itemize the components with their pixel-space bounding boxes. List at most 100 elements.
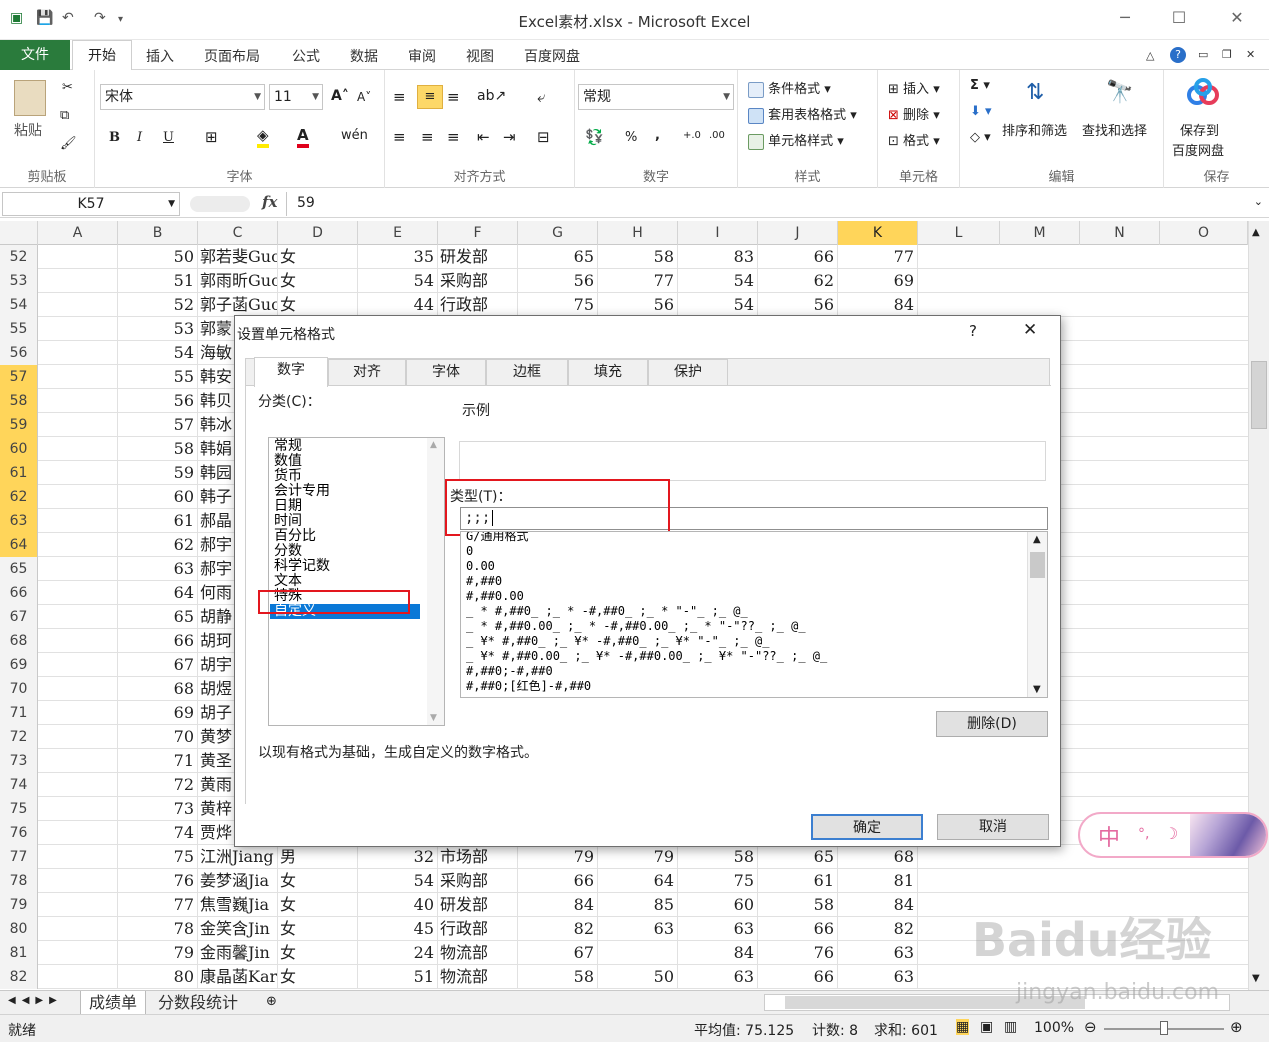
format-item[interactable]: #,##0;[红色]-#,##0 bbox=[466, 679, 591, 694]
save-to-label[interactable]: 保存到 bbox=[1180, 120, 1219, 139]
cell-score-j[interactable]: 66 bbox=[758, 245, 838, 269]
cell-id[interactable]: 55 bbox=[118, 365, 198, 389]
cell-id[interactable]: 79 bbox=[118, 941, 198, 965]
row-header[interactable]: 55 bbox=[0, 317, 38, 341]
format-item[interactable]: _ * #,##0_ ;_ * -#,##0_ ;_ * "-"_ ;_ @_ bbox=[466, 604, 748, 619]
row-header[interactable]: 57 bbox=[0, 365, 38, 389]
cell-a[interactable] bbox=[38, 701, 118, 725]
row-header[interactable]: 77 bbox=[0, 845, 38, 869]
zoom-slider-thumb[interactable] bbox=[1160, 1021, 1168, 1035]
cell-id[interactable]: 68 bbox=[118, 677, 198, 701]
cell-gender[interactable]: 女 bbox=[278, 293, 358, 317]
tab-home[interactable]: 开始 bbox=[72, 40, 132, 71]
cell-a[interactable] bbox=[38, 245, 118, 269]
cell-score-g[interactable]: 75 bbox=[518, 293, 598, 317]
cell-gender[interactable]: 女 bbox=[278, 917, 358, 941]
font-name-combo[interactable]: 宋体 ▼ bbox=[100, 84, 265, 110]
increase-decimal-icon[interactable]: +.0 bbox=[683, 130, 701, 141]
tab-fill[interactable]: 填充 bbox=[568, 359, 648, 385]
help-icon[interactable]: ? bbox=[1170, 47, 1186, 63]
page-layout-view-icon[interactable]: ▣ bbox=[980, 1019, 993, 1035]
col-header-d[interactable]: D bbox=[278, 221, 358, 245]
cell-name[interactable]: 江洲Jiang bbox=[198, 845, 278, 869]
format-list[interactable]: G/通用格式 0 0.00 #,##0 #,##0.00 _ * #,##0_ … bbox=[460, 531, 1048, 698]
cell-a[interactable] bbox=[38, 413, 118, 437]
row-header[interactable]: 76 bbox=[0, 821, 38, 845]
cell-id[interactable]: 71 bbox=[118, 749, 198, 773]
cell-score-k[interactable]: 81 bbox=[838, 869, 918, 893]
cell-a[interactable] bbox=[38, 917, 118, 941]
col-header-a[interactable]: A bbox=[38, 221, 118, 245]
cell-a[interactable] bbox=[38, 821, 118, 845]
cell-a[interactable] bbox=[38, 677, 118, 701]
cell-id[interactable]: 75 bbox=[118, 845, 198, 869]
cell-score-g[interactable]: 84 bbox=[518, 893, 598, 917]
cell-a[interactable] bbox=[38, 629, 118, 653]
row-header[interactable]: 62 bbox=[0, 485, 38, 509]
tab-protection[interactable]: 保护 bbox=[648, 359, 728, 385]
sheet-nav-icon[interactable]: ◀◀▶▶ bbox=[8, 995, 63, 1006]
cell-dept[interactable]: 物流部 bbox=[438, 941, 518, 965]
cell-age[interactable]: 32 bbox=[358, 845, 438, 869]
cell-score-g[interactable]: 66 bbox=[518, 869, 598, 893]
category-scientific[interactable]: 科学记数 bbox=[274, 559, 330, 574]
cell-score-h[interactable]: 77 bbox=[598, 269, 678, 293]
cell-score-i[interactable]: 83 bbox=[678, 245, 758, 269]
row-header[interactable]: 66 bbox=[0, 581, 38, 605]
col-header-l[interactable]: L bbox=[918, 221, 1000, 245]
cell-id[interactable]: 74 bbox=[118, 821, 198, 845]
merge-center-icon[interactable]: ⊟ bbox=[537, 128, 550, 146]
cell-a[interactable] bbox=[38, 269, 118, 293]
cell-score-g[interactable]: 56 bbox=[518, 269, 598, 293]
ok-button[interactable]: 确定 bbox=[811, 814, 923, 840]
cell-dept[interactable]: 行政部 bbox=[438, 917, 518, 941]
cell-name[interactable]: 金笑含Jin bbox=[198, 917, 278, 941]
cell-a[interactable] bbox=[38, 605, 118, 629]
cell-id[interactable]: 62 bbox=[118, 533, 198, 557]
cell-score-g[interactable]: 79 bbox=[518, 845, 598, 869]
row-header[interactable]: 80 bbox=[0, 917, 38, 941]
cell-score-h[interactable]: 79 bbox=[598, 845, 678, 869]
cell-id[interactable]: 51 bbox=[118, 269, 198, 293]
scroll-down-icon[interactable]: ▼ bbox=[430, 713, 437, 723]
cell-score-k[interactable]: 77 bbox=[838, 245, 918, 269]
orientation-icon[interactable]: ab↗ bbox=[477, 88, 506, 104]
cell-score-j[interactable]: 65 bbox=[758, 845, 838, 869]
cell-a[interactable] bbox=[38, 797, 118, 821]
cell-age[interactable]: 40 bbox=[358, 893, 438, 917]
cell-a[interactable] bbox=[38, 341, 118, 365]
cell-score-h[interactable]: 85 bbox=[598, 893, 678, 917]
row-header[interactable]: 75 bbox=[0, 797, 38, 821]
cell-score-j[interactable]: 61 bbox=[758, 869, 838, 893]
tab-formulas[interactable]: 公式 bbox=[292, 46, 320, 66]
align-right-icon[interactable]: ≡ bbox=[447, 128, 460, 146]
cell-id[interactable]: 63 bbox=[118, 557, 198, 581]
tab-alignment[interactable]: 对齐 bbox=[328, 359, 406, 385]
decrease-indent-icon[interactable]: ⇤ bbox=[477, 128, 490, 146]
scroll-down-icon[interactable]: ▼ bbox=[1033, 684, 1041, 695]
tab-font[interactable]: 字体 bbox=[406, 359, 486, 385]
row-header[interactable]: 82 bbox=[0, 965, 38, 989]
cell-id[interactable]: 58 bbox=[118, 437, 198, 461]
insert-function-icon[interactable]: fx bbox=[262, 193, 277, 211]
category-date[interactable]: 日期 bbox=[274, 499, 302, 514]
tab-border[interactable]: 边框 bbox=[486, 359, 568, 385]
page-break-view-icon[interactable]: ▥ bbox=[1004, 1019, 1017, 1035]
col-header-n[interactable]: N bbox=[1080, 221, 1160, 245]
cell-age[interactable]: 44 bbox=[358, 293, 438, 317]
dialog-close-icon[interactable]: ✕ bbox=[1023, 320, 1037, 340]
cell-a[interactable] bbox=[38, 893, 118, 917]
cell-score-h[interactable]: 64 bbox=[598, 869, 678, 893]
cell-score-k[interactable]: 63 bbox=[838, 965, 918, 989]
cell-score-g[interactable]: 67 bbox=[518, 941, 598, 965]
row-header[interactable]: 68 bbox=[0, 629, 38, 653]
delete-format-button[interactable]: 删除(D) bbox=[936, 711, 1048, 737]
tab-baidu-pan[interactable]: 百度网盘 bbox=[524, 46, 580, 66]
cell-score-i[interactable]: 63 bbox=[678, 965, 758, 989]
cell-a[interactable] bbox=[38, 485, 118, 509]
punctuation-icon[interactable]: °, bbox=[1138, 826, 1149, 842]
tab-file[interactable]: 文件 bbox=[0, 40, 70, 70]
col-header-g[interactable]: G bbox=[518, 221, 598, 245]
format-item[interactable]: G/通用格式 bbox=[466, 532, 528, 544]
cell-a[interactable] bbox=[38, 725, 118, 749]
